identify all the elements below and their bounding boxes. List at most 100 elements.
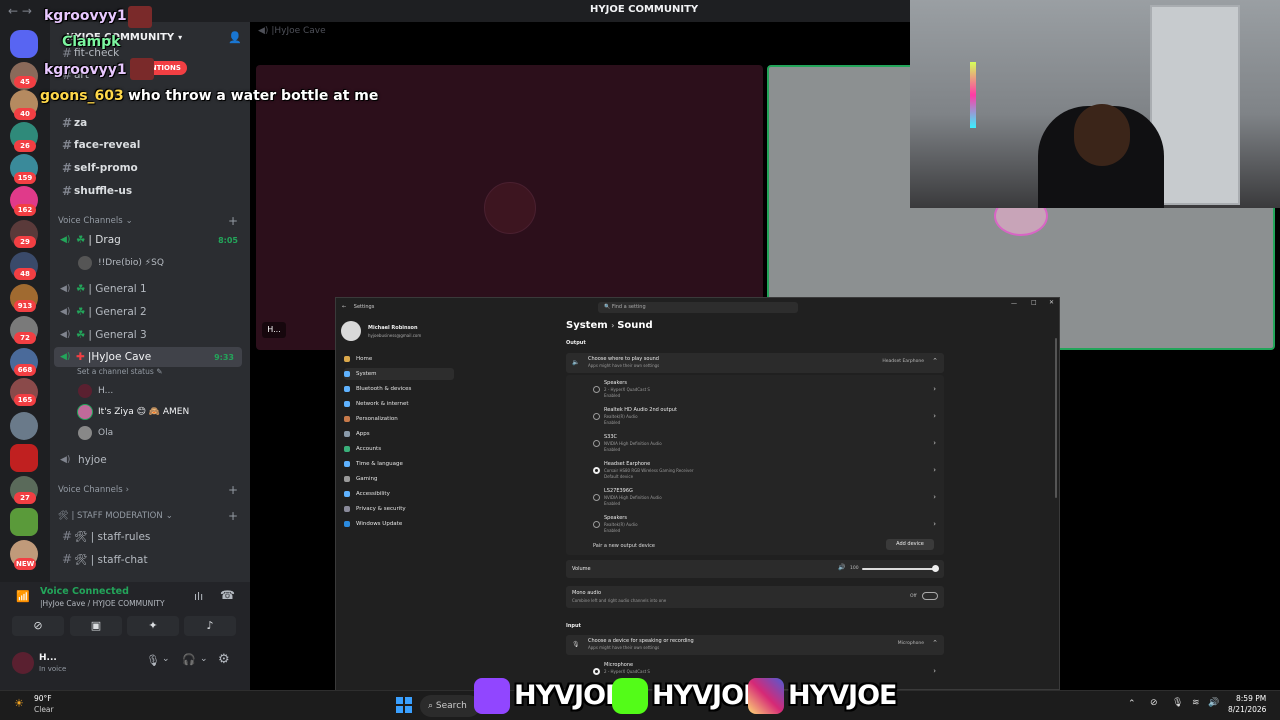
- voice-status[interactable]: Voice Connected: [40, 586, 129, 597]
- activities-button[interactable]: ✦: [127, 616, 179, 636]
- channel-staff-rules[interactable]: # 🛠 | staff-rules: [50, 526, 250, 546]
- avatar[interactable]: [341, 321, 361, 341]
- category-voice-channels-2[interactable]: Voice Channels › +: [50, 482, 250, 498]
- chat-username: kgroovyy1: [44, 62, 127, 78]
- radio-button-selected[interactable]: [593, 467, 600, 474]
- add-channel-icon[interactable]: +: [228, 509, 238, 523]
- server-icon-home[interactable]: [10, 30, 38, 58]
- nav-accounts[interactable]: Accounts: [344, 443, 454, 455]
- nav-privacy[interactable]: Privacy & security: [344, 503, 454, 515]
- channel-status[interactable]: Set a channel status ✎: [77, 367, 162, 376]
- voice-channel-hyjoe[interactable]: ◀) hyjoe: [50, 450, 250, 470]
- signal-icon[interactable]: 📶: [16, 590, 30, 603]
- microphone-icon[interactable]: 🎙: [146, 654, 160, 667]
- instagram-handle: HYVJOE: [788, 680, 897, 711]
- chevron-up-icon[interactable]: ⌃: [1128, 699, 1136, 709]
- voice-channel-general-3[interactable]: ◀) ☘ | General 3: [50, 325, 250, 345]
- hash-icon: #: [61, 552, 73, 566]
- nav-home[interactable]: Home: [344, 353, 454, 365]
- twitch-handle: HYVJOE: [514, 680, 623, 711]
- nav-system[interactable]: System: [344, 368, 454, 380]
- volume-slider-thumb[interactable]: [932, 565, 939, 572]
- clock-time[interactable]: 8:59 PM: [1236, 694, 1266, 703]
- radio-button[interactable]: [593, 413, 600, 420]
- radio-button[interactable]: [593, 494, 600, 501]
- channel-self-promo[interactable]: # self-promo: [50, 158, 250, 178]
- headphones-icon[interactable]: 🎧: [182, 653, 196, 666]
- weather-temp[interactable]: 90°F: [34, 694, 52, 703]
- speaker-icon[interactable]: 🔊: [838, 564, 845, 571]
- nav-arrows[interactable]: ← →: [8, 4, 48, 18]
- screen-share-button[interactable]: ▣: [70, 616, 122, 636]
- input-selector[interactable]: 🎙 Choose a device for speaking or record…: [566, 635, 944, 655]
- device-row[interactable]: LS27E396G NVIDIA High Definition Audio Ena…: [566, 485, 944, 511]
- channel-za[interactable]: # za: [50, 113, 250, 133]
- camera-button[interactable]: ⊘: [12, 616, 64, 636]
- mention-badge: 29: [14, 236, 36, 248]
- voice-channel-general-1[interactable]: ◀) ☘ | General 1: [50, 279, 250, 299]
- hash-icon: #: [61, 138, 73, 152]
- radio-button-selected[interactable]: [593, 668, 600, 675]
- channel-face-reveal[interactable]: # face-reveal: [50, 135, 250, 155]
- mono-audio-toggle[interactable]: [922, 592, 938, 600]
- add-device-button[interactable]: Add device: [886, 539, 934, 550]
- nav-accessibility[interactable]: Accessibility: [344, 488, 454, 500]
- add-member-icon[interactable]: 👤: [228, 31, 242, 44]
- voice-channel-drag[interactable]: ◀) ☘ | Drag 8:05: [50, 230, 250, 250]
- device-row[interactable]: Speakers 2 - HyperX QuadCast S Enabled ›: [566, 377, 944, 403]
- server-icon[interactable]: [10, 508, 38, 536]
- mention-badge: 45: [14, 76, 36, 88]
- voice-location[interactable]: |HyJoe Cave / HYJOE COMMUNITY: [40, 599, 165, 608]
- nav-apps[interactable]: Apps: [344, 428, 454, 440]
- disconnect-icon[interactable]: ☎: [220, 588, 235, 602]
- device-row[interactable]: S33C NVIDIA High Definition Audio Enabled ›: [566, 431, 944, 457]
- tray-icon[interactable]: ⊘: [1150, 698, 1158, 708]
- voice-member[interactable]: Ola: [78, 424, 113, 442]
- user-panel: H... In voice 🎙 ⌄ 🎧 ⌄ ⚙: [12, 650, 250, 682]
- windows-start-icon[interactable]: [396, 697, 412, 713]
- clock-date[interactable]: 8/21/2026: [1228, 705, 1266, 714]
- radio-button[interactable]: [593, 440, 600, 447]
- settings-gear-icon[interactable]: ⚙: [218, 652, 230, 667]
- call-header: ◀) |HyJoe Cave: [258, 26, 326, 36]
- nav-windows-update[interactable]: Windows Update: [344, 518, 454, 530]
- server-icon[interactable]: [10, 412, 38, 440]
- scrollbar[interactable]: [1055, 338, 1057, 498]
- volume-slider[interactable]: [862, 568, 936, 570]
- microphone-icon[interactable]: 🎙: [1172, 698, 1183, 708]
- device-row-selected[interactable]: Headset Earphone Corsair HS80 RGB Wireles…: [566, 458, 944, 484]
- nav-gaming[interactable]: Gaming: [344, 473, 454, 485]
- add-channel-icon[interactable]: +: [228, 483, 238, 497]
- chevron-down-icon[interactable]: ⌄: [200, 654, 208, 664]
- avatar[interactable]: [12, 652, 34, 674]
- category-staff-moderation[interactable]: 🛠 | STAFF MODERATION ⌄ +: [50, 508, 250, 524]
- noise-suppression-icon[interactable]: ılı: [194, 590, 203, 603]
- device-row[interactable]: Realtek HD Audio 2nd output Realtek(R) Au…: [566, 404, 944, 430]
- voice-channel-hyjoe-cave[interactable]: ◀) ✚ |HyJoe Cave 9:33: [54, 347, 242, 367]
- volume-icon[interactable]: 🔊: [1208, 698, 1219, 708]
- weather-desc[interactable]: Clear: [34, 705, 54, 714]
- voice-member[interactable]: H...: [78, 382, 113, 400]
- voice-channel-general-2[interactable]: ◀) ☘ | General 2: [50, 302, 250, 322]
- chevron-down-icon[interactable]: ⌄: [162, 654, 170, 664]
- radio-button[interactable]: [593, 521, 600, 528]
- server-icon[interactable]: [10, 444, 38, 472]
- back-arrow-icon[interactable]: ←: [342, 304, 346, 310]
- output-selector[interactable]: 🔈 Choose where to play sound Apps might …: [566, 353, 944, 373]
- nav-personalization[interactable]: Personalization: [344, 413, 454, 425]
- nav-time-language[interactable]: Time & language: [344, 458, 454, 470]
- channel-shuffle-us[interactable]: # shuffle-us: [50, 181, 250, 201]
- voice-member[interactable]: It's Ziya 😊 🙈 AMEN: [78, 403, 189, 421]
- soundboard-button[interactable]: ♪: [184, 616, 236, 636]
- category-voice-channels[interactable]: Voice Channels ⌄ +: [50, 212, 250, 230]
- nav-bluetooth[interactable]: Bluetooth & devices: [344, 383, 454, 395]
- nav-network[interactable]: Network & internet: [344, 398, 454, 410]
- voice-member[interactable]: !!Dre(bio) ⚡SQ: [78, 254, 164, 272]
- radio-button[interactable]: [593, 386, 600, 393]
- wifi-icon[interactable]: ≋: [1192, 698, 1200, 708]
- add-channel-icon[interactable]: +: [228, 214, 238, 228]
- channel-staff-chat[interactable]: # 🛠 | staff-chat: [50, 549, 250, 569]
- device-row[interactable]: Speakers Realtek(R) Audio Enabled ›: [566, 512, 944, 538]
- mention-badge: 668: [14, 364, 36, 376]
- chat-emote: [130, 58, 154, 80]
